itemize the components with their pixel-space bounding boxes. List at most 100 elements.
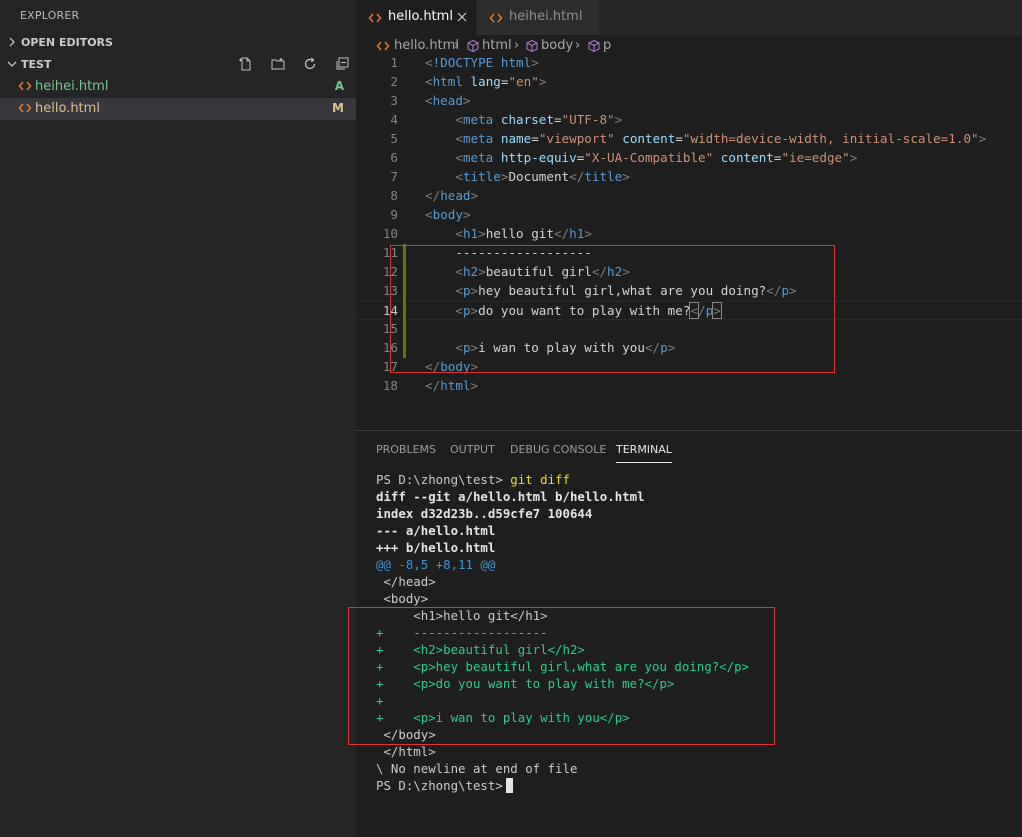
terminal-cursor: [505, 778, 513, 793]
git-status-badge: A: [334, 79, 344, 93]
terminal-line: + <h2>beautiful girl</h2>: [376, 642, 585, 657]
editor-tabs: hello.html heihei.html: [356, 0, 1022, 35]
file-name: heihei.html: [35, 79, 109, 94]
code-text: <h2>beautiful girl</h2>: [455, 264, 630, 279]
html-file-icon: [18, 103, 32, 113]
tab-hello-html[interactable]: hello.html: [356, 0, 476, 35]
code-line[interactable]: 9 <body>: [356, 206, 1022, 225]
explorer-title: EXPLORER: [20, 9, 80, 22]
breadcrumb-separator-icon: ›: [514, 38, 520, 53]
collapse-all-icon[interactable]: [334, 56, 350, 72]
breadcrumb-body[interactable]: body: [541, 38, 573, 53]
new-file-icon[interactable]: [238, 56, 254, 72]
code-text: </html>: [425, 378, 479, 393]
terminal-command-line: PS D:\zhong\test> git diff: [376, 472, 570, 487]
line-number: 14: [382, 303, 398, 318]
code-text: <!DOCTYPE html>: [425, 55, 539, 70]
terminal-line: --- a/hello.html: [376, 523, 496, 538]
file-item-hello[interactable]: hello.html M: [0, 98, 356, 120]
code-line[interactable]: 16 <p>i wan to play with you</p>: [356, 339, 1022, 358]
open-editors-section[interactable]: OPEN EDITORS: [0, 32, 356, 54]
code-text: <title>Document</title>: [455, 169, 630, 184]
line-number: 15: [382, 321, 398, 336]
terminal-line: @@ -8,5 +8,11 @@: [376, 557, 496, 572]
terminal-line: + ------------------: [376, 625, 548, 640]
code-text: <meta name="viewport" content="width=dev…: [455, 131, 987, 146]
folder-section[interactable]: TEST: [0, 54, 356, 76]
code-text: <head>: [425, 93, 471, 108]
line-number: 4: [390, 112, 398, 127]
code-line[interactable]: 15: [356, 320, 1022, 339]
code-line[interactable]: 12 <h2>beautiful girl</h2>: [356, 263, 1022, 282]
terminal-line: + <p>i wan to play with you</p>: [376, 710, 630, 725]
terminal-line: </html>: [376, 744, 436, 759]
terminal-line: <h1>hello git</h1>: [376, 608, 548, 623]
tab-output[interactable]: OUTPUT: [450, 443, 495, 456]
refresh-icon[interactable]: [302, 56, 318, 72]
tab-heihei-html[interactable]: heihei.html: [477, 0, 599, 35]
new-folder-icon[interactable]: [270, 56, 286, 72]
tab-debug-console[interactable]: DEBUG CONSOLE: [510, 443, 606, 456]
code-line[interactable]: 1 <!DOCTYPE html>: [356, 54, 1022, 73]
terminal-line: +++ b/hello.html: [376, 540, 496, 555]
code-text: <p>do you want to play with me?</p>: [455, 302, 722, 319]
code-text: <p>hey beautiful girl,what are you doing…: [455, 283, 797, 298]
terminal-line: +: [376, 693, 384, 708]
element-cube-icon: [588, 39, 600, 53]
tab-terminal[interactable]: TERMINAL: [616, 443, 672, 463]
code-line[interactable]: 7 <title>Document</title>: [356, 168, 1022, 187]
breadcrumb-file[interactable]: hello.html: [394, 38, 459, 53]
code-line[interactable]: 2 <html lang="en">: [356, 73, 1022, 92]
tab-label: hello.html: [388, 9, 453, 24]
html-file-icon: [18, 81, 32, 91]
code-line[interactable]: 8 </head>: [356, 187, 1022, 206]
line-number: 6: [390, 150, 398, 165]
line-number: 10: [382, 226, 398, 241]
terminal-line: + <p>hey beautiful girl,what are you doi…: [376, 659, 749, 674]
terminal-line: </head>: [376, 574, 436, 589]
breadcrumb-separator-icon: ›: [454, 38, 460, 53]
breadcrumb-separator-icon: ›: [575, 38, 581, 53]
line-number: 7: [390, 169, 398, 184]
code-line[interactable]: 17 </body>: [356, 358, 1022, 377]
code-line[interactable]: 6 <meta http-equiv="X-UA-Compatible" con…: [356, 149, 1022, 168]
code-line[interactable]: 13 <p>hey beautiful girl,what are you do…: [356, 282, 1022, 301]
code-text: </body>: [425, 359, 479, 374]
line-number: 12: [382, 264, 398, 279]
code-text: <meta http-equiv="X-UA-Compatible" conte…: [455, 150, 858, 165]
chevron-down-icon: [7, 61, 17, 67]
terminal-line: diff --git a/hello.html b/hello.html: [376, 489, 645, 504]
open-editors-label: OPEN EDITORS: [21, 36, 113, 49]
file-name: hello.html: [35, 101, 100, 116]
code-line[interactable]: 18 </html>: [356, 377, 1022, 396]
chevron-right-icon: [9, 37, 15, 47]
code-text: <p>i wan to play with you</p>: [455, 340, 676, 355]
html-file-icon: [368, 13, 382, 23]
code-editor[interactable]: 1 <!DOCTYPE html> 2 <html lang="en"> 3 <head>…: [356, 54, 1022, 430]
line-number: 13: [382, 283, 398, 298]
git-status-badge: M: [332, 101, 344, 115]
tab-label: heihei.html: [509, 9, 583, 24]
code-line[interactable]: 10 <h1>hello git</h1>: [356, 225, 1022, 244]
element-cube-icon: [467, 39, 479, 53]
folder-label: TEST: [21, 58, 52, 71]
explorer-sidebar: EXPLORER OPEN EDITORS TEST heihei.html A…: [0, 0, 356, 837]
line-number: 1: [390, 55, 398, 70]
code-text: ------------------: [425, 245, 592, 260]
close-icon[interactable]: [456, 11, 468, 23]
html-file-icon: [376, 41, 390, 51]
code-line[interactable]: 5 <meta name="viewport" content="width=d…: [356, 130, 1022, 149]
breadcrumb-html[interactable]: html: [482, 38, 512, 53]
tab-problems[interactable]: PROBLEMS: [376, 443, 436, 456]
breadcrumb-p[interactable]: p: [603, 38, 611, 53]
code-line[interactable]: 11 ------------------: [356, 244, 1022, 263]
file-item-heihei[interactable]: heihei.html A: [0, 76, 356, 98]
element-cube-icon: [526, 39, 538, 53]
git-added-gutter-marker: [403, 244, 406, 358]
code-line[interactable]: 14 <p>do you want to play with me?</p>: [356, 301, 1022, 320]
line-number: 11: [382, 245, 398, 260]
code-line[interactable]: 3 <head>: [356, 92, 1022, 111]
code-line[interactable]: 4 <meta charset="UTF-8">: [356, 111, 1022, 130]
line-number: 17: [382, 359, 398, 374]
code-text: <body>: [425, 207, 471, 222]
